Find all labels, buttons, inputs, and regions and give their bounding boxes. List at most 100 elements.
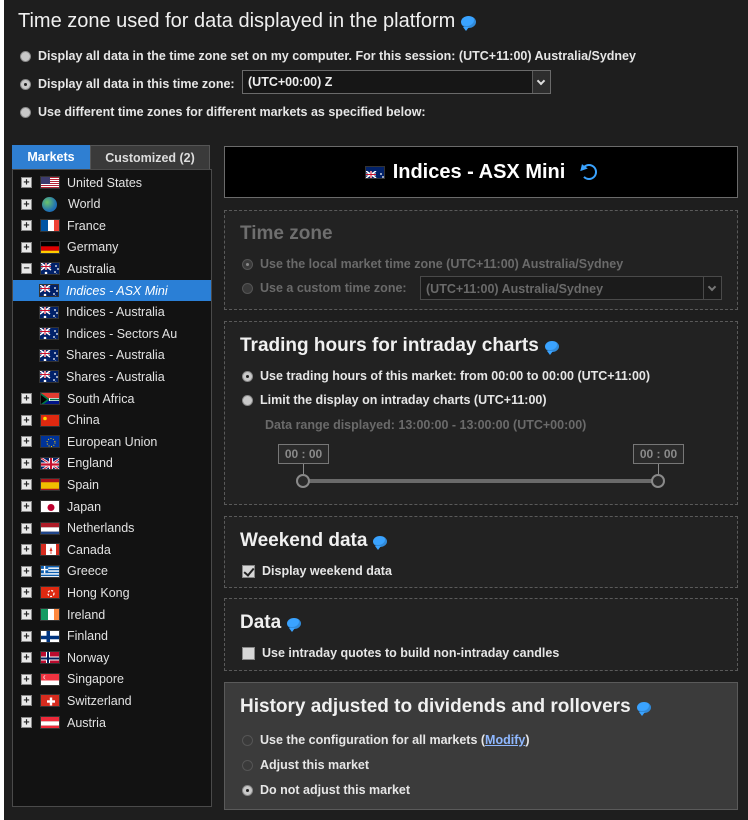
expand-icon[interactable]: + (21, 501, 32, 512)
modify-link[interactable]: Modify (485, 733, 525, 747)
tree-item[interactable]: + Austria (13, 712, 211, 733)
expand-icon[interactable]: + (21, 220, 32, 232)
expand-icon[interactable]: + (21, 695, 32, 707)
start-time-box[interactable]: 00 : 00 (278, 444, 329, 464)
radio-custom-tz[interactable] (242, 282, 253, 294)
tree-item[interactable]: + Japan (13, 496, 211, 517)
history-no-adjust-option[interactable]: Do not adjust this market (242, 783, 410, 797)
expand-icon[interactable]: + (21, 436, 32, 448)
intraday-candles-checkbox[interactable] (242, 646, 255, 660)
tree-item[interactable]: + France (13, 215, 211, 236)
tz-computer-option[interactable]: Display all data in the time zone set on… (20, 49, 636, 63)
tree-child-item[interactable]: Indices - ASX Mini (13, 280, 211, 301)
expand-icon[interactable]: + (21, 717, 32, 728)
time-range-slider[interactable] (303, 479, 659, 483)
help-bubble-icon[interactable] (287, 617, 302, 632)
expand-icon[interactable]: + (21, 522, 32, 534)
radio-limit-display[interactable] (242, 394, 253, 406)
tree-item[interactable]: + South Africa (13, 388, 211, 409)
tree-child-item[interactable]: Shares - Australia (13, 366, 211, 387)
custom-tz-label: Use a custom time zone: (260, 281, 407, 295)
tree-item[interactable]: + Ireland (13, 604, 211, 625)
weekend-option[interactable]: Display weekend data (242, 564, 392, 578)
tree-item[interactable]: + Singapore (13, 669, 211, 690)
tree-item[interactable]: + Spain (13, 474, 211, 495)
tree-item[interactable]: + United States (13, 172, 211, 193)
radio-all-markets[interactable] (242, 734, 253, 746)
expand-icon[interactable]: + (21, 587, 32, 599)
trading-hours-panel: Trading hours for intraday charts Use tr… (224, 321, 738, 505)
expand-icon[interactable]: + (21, 565, 32, 577)
slider-start-handle[interactable] (296, 474, 310, 488)
use-market-hours-option[interactable]: Use trading hours of this market: from 0… (242, 369, 650, 383)
tree-item[interactable]: + Germany (13, 237, 211, 258)
tree-item[interactable]: + Greece (13, 561, 211, 582)
tree-item[interactable]: + Finland (13, 626, 211, 647)
radio-local-tz[interactable] (242, 258, 253, 270)
tree-item[interactable]: + European Union (13, 431, 211, 452)
tree-child-item[interactable]: Indices - Australia (13, 302, 211, 323)
weekend-checkbox[interactable] (242, 564, 255, 578)
history-all-markets-option[interactable]: Use the configuration for all markets (M… (242, 733, 530, 747)
intraday-candles-option[interactable]: Use intraday quotes to build non-intrada… (242, 646, 559, 660)
expand-icon[interactable]: + (21, 177, 32, 188)
expand-icon[interactable]: + (21, 414, 32, 426)
radio-computer[interactable] (20, 50, 31, 62)
timezone-select[interactable]: (UTC+00:00) Z (242, 70, 551, 94)
custom-tz-option[interactable]: Use a custom time zone: (242, 281, 407, 295)
local-tz-option[interactable]: Use the local market time zone (UTC+11:0… (242, 257, 623, 271)
custom-tz-select[interactable]: (UTC+11:00) Australia/Sydney (420, 276, 722, 300)
history-adjust-option[interactable]: Adjust this market (242, 758, 369, 772)
radio-adjust[interactable] (242, 759, 253, 771)
dropdown-arrow[interactable] (703, 277, 721, 299)
tree-item[interactable]: + Norway (13, 647, 211, 668)
tree-item[interactable]: + Canada (13, 539, 211, 560)
radio-different[interactable] (20, 106, 31, 118)
tab-markets[interactable]: Markets (12, 145, 90, 169)
expand-icon[interactable]: + (21, 652, 32, 664)
tree-item[interactable]: − Australia (13, 258, 211, 279)
tree-item-label: Singapore (67, 672, 124, 687)
tz-this-zone-option[interactable]: Display all data in this time zone: (20, 77, 235, 91)
tree-item[interactable]: + World (13, 194, 211, 215)
tree-item[interactable]: + Switzerland (13, 690, 211, 711)
tree-child-item[interactable]: Indices - Sectors Au (13, 323, 211, 344)
tree-item-label: Hong Kong (67, 585, 130, 600)
tab-customized[interactable]: Customized (2) (90, 145, 210, 169)
expand-icon[interactable]: + (21, 479, 32, 491)
no-flag-icon (40, 651, 60, 665)
expand-icon[interactable]: + (21, 673, 32, 685)
limit-display-option[interactable]: Limit the display on intraday charts (UT… (242, 393, 547, 407)
tree-item-label: Indices - Sectors Au (66, 326, 178, 341)
dropdown-arrow[interactable] (532, 71, 550, 93)
at-flag-icon (40, 716, 60, 729)
expand-icon[interactable]: + (21, 544, 32, 556)
collapse-icon[interactable]: − (21, 263, 32, 275)
radio-no-adjust[interactable] (242, 784, 253, 796)
expand-icon[interactable]: + (21, 630, 32, 642)
help-bubble-icon[interactable] (373, 535, 388, 550)
radio-this-zone[interactable] (20, 78, 31, 90)
tree-item-label: Shares - Australia (66, 369, 165, 384)
globe-icon (42, 196, 57, 212)
expand-icon[interactable]: + (21, 609, 32, 620)
hk-flag-icon (40, 586, 60, 600)
radio-use-market-hours[interactable] (242, 370, 253, 382)
slider-end-handle[interactable] (651, 474, 665, 488)
expand-icon[interactable]: + (21, 393, 32, 404)
end-time-box[interactable]: 00 : 00 (633, 444, 684, 464)
refresh-icon[interactable] (581, 164, 598, 180)
tree-item[interactable]: + China (13, 410, 211, 431)
tz-different-option[interactable]: Use different time zones for different m… (20, 105, 426, 119)
tree-child-item[interactable]: Shares - Australia (13, 345, 211, 366)
expand-icon[interactable]: + (21, 241, 32, 253)
tree-item[interactable]: + Netherlands (13, 518, 211, 539)
tree-item[interactable]: + Hong Kong (13, 582, 211, 603)
expand-icon[interactable]: + (21, 457, 32, 469)
tree-item-label: Indices - ASX Mini (66, 283, 168, 298)
help-bubble-icon[interactable] (544, 340, 559, 355)
help-bubble-icon[interactable] (461, 15, 477, 31)
tree-item[interactable]: + England (13, 453, 211, 474)
expand-icon[interactable]: + (21, 198, 32, 210)
help-bubble-icon[interactable] (636, 701, 651, 716)
